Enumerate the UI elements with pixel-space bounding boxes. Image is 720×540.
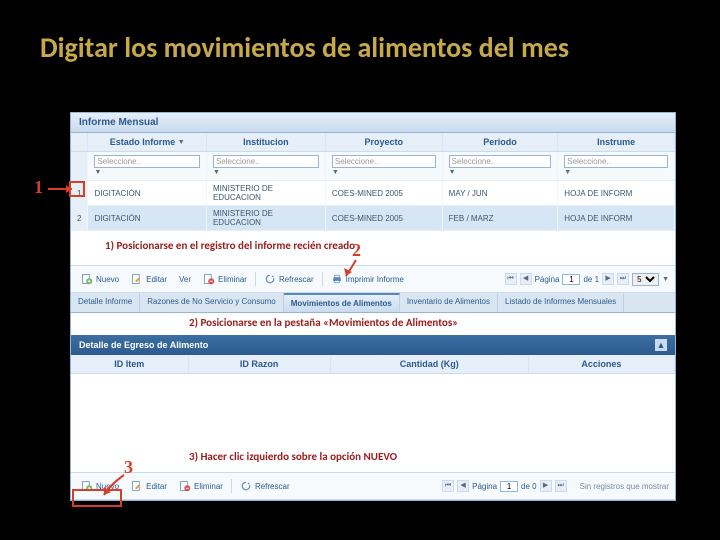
col-institucion[interactable]: Institucion [206,133,325,152]
pager-label: Página [472,482,497,491]
cell-inst: MINISTERIO DE EDUCACION [206,181,325,206]
tab-strip: Detalle Informe Razones de No Servicio y… [71,293,675,313]
eliminar-button[interactable]: Eliminar [199,270,251,288]
callout-3: 3) Hacer clic izquierdo sobre la opción … [189,450,720,463]
ver-button[interactable]: Ver [175,272,195,287]
sub-nuevo-button[interactable]: Nuevo [77,477,123,495]
refresh-icon [240,480,252,492]
cell-inst: MINISTERIO DE EDUCACION [206,206,325,231]
sub-panel-header: Detalle de Egreso de Alimento ▲ [71,335,675,355]
sub-toolbar: Nuevo Editar Eliminar Refrescar ⏮ ◀ Pági… [71,472,675,500]
nuevo-button[interactable]: Nuevo [77,270,123,288]
subcol-acc[interactable]: Acciones [528,355,674,374]
pager-label: Página [535,275,560,284]
collapse-icon[interactable]: ▲ [655,339,667,351]
subcol-cant[interactable]: Cantidad (Kg) [330,355,528,374]
tab-inventario[interactable]: Inventario de Alimentos [400,293,498,312]
sub-grid-body: 3) Hacer clic izquierdo sobre la opción … [71,374,675,472]
cell-instr: HOJA DE INFORM [558,206,675,231]
next-page-button[interactable]: ▶ [602,273,614,285]
cell-proy: COES-MINED 2005 [325,181,442,206]
sort-icon: ▼ [178,139,185,146]
main-grid: Estado Informe ▼ Institucion Proyecto Pe… [71,133,675,231]
last-page-button[interactable]: ⏭ [617,273,629,285]
grid-header-row: Estado Informe ▼ Institucion Proyecto Pe… [71,133,675,152]
first-page-button[interactable]: ⏮ [505,273,517,285]
panel-header: Informe Mensual [71,113,675,133]
filter-proy[interactable] [332,155,436,168]
row-num: 2 [71,206,88,231]
filter-estado[interactable] [94,155,200,168]
empty-msg: Sin registros que mostrar [580,482,669,491]
sub-eliminar-button[interactable]: Eliminar [175,477,227,495]
col-rownum [71,133,88,152]
app-window: Informe Mensual Estado Informe ▼ Institu… [70,112,676,501]
filter-row: ▼ ▼ ▼ ▼ ▼ [71,152,675,181]
tab-movimientos[interactable]: Movimientos de Alimentos [284,293,400,312]
svg-text:1: 1 [34,177,43,197]
page-size-select[interactable]: 5 [632,273,659,286]
main-toolbar: Nuevo Editar Ver Eliminar Refrescar Impr… [71,265,675,293]
pager-of: de 1 [583,275,599,284]
delete-icon [203,273,215,285]
col-estado[interactable]: Estado Informe ▼ [88,133,207,152]
page-input[interactable] [500,481,518,492]
first-page-button[interactable]: ⏮ [442,480,454,492]
sub-panel-title: Detalle de Egreso de Alimento [79,340,208,350]
cell-per: MAY / JUN [442,181,558,206]
page-input[interactable] [562,274,580,285]
prev-page-button[interactable]: ◀ [457,480,469,492]
cell-estado: DIGITACIÓN [88,206,207,231]
pencil-icon [131,480,143,492]
table-row[interactable]: 1 DIGITACIÓN MINISTERIO DE EDUCACION COE… [71,181,675,206]
tab-detalle[interactable]: Detalle Informe [71,293,140,312]
row-num: 1 [71,181,88,206]
callout-2: 2) Posicionarse en la pestaña «Movimient… [189,316,458,329]
cell-per: FEB / MARZ [442,206,558,231]
imprimir-button[interactable]: Imprimir Informe [327,270,408,288]
tab-razones[interactable]: Razones de No Servicio y Consumo [140,293,284,312]
sub-refrescar-button[interactable]: Refrescar [236,477,294,495]
pager-of: de 0 [521,482,537,491]
col-instrumento[interactable]: Instrume [558,133,675,152]
filter-inst[interactable] [213,155,319,168]
cell-proy: COES-MINED 2005 [325,206,442,231]
subcol-razon[interactable]: ID Razon [188,355,330,374]
prev-page-button[interactable]: ◀ [520,273,532,285]
editar-button[interactable]: Editar [127,270,171,288]
pager: ⏮ ◀ Página de 1 ▶ ⏭ 5 ▼ [505,273,669,286]
refrescar-button[interactable]: Refrescar [260,270,318,288]
print-icon [331,273,343,285]
filter-per[interactable] [449,155,552,168]
sub-editar-button[interactable]: Editar [127,477,171,495]
delete-icon [179,480,191,492]
tab-listado[interactable]: Listado de Informes Mensuales [498,293,624,312]
col-proyecto[interactable]: Proyecto [325,133,442,152]
sub-grid: ID Item ID Razon Cantidad (Kg) Acciones [71,355,675,374]
slide-title: Digitar los movimientos de alimentos del… [0,0,720,65]
plus-doc-icon [81,480,93,492]
table-row[interactable]: 2 DIGITACIÓN MINISTERIO DE EDUCACION COE… [71,206,675,231]
dropdown-icon: ▼ [662,276,669,283]
pencil-icon [131,273,143,285]
sub-pager: ⏮ ◀ Página de 0 ▶ ⏭ Sin registros que mo… [442,480,669,492]
last-page-button[interactable]: ⏭ [555,480,567,492]
cell-instr: HOJA DE INFORM [558,181,675,206]
callout-1: 1) Posicionarse en el registro del infor… [105,239,355,252]
subcol-item[interactable]: ID Item [71,355,188,374]
refresh-icon [264,273,276,285]
col-periodo[interactable]: Periodo [442,133,558,152]
filter-instr[interactable] [564,155,668,168]
cell-estado: DIGITACIÓN [88,181,207,206]
plus-doc-icon [81,273,93,285]
next-page-button[interactable]: ▶ [540,480,552,492]
